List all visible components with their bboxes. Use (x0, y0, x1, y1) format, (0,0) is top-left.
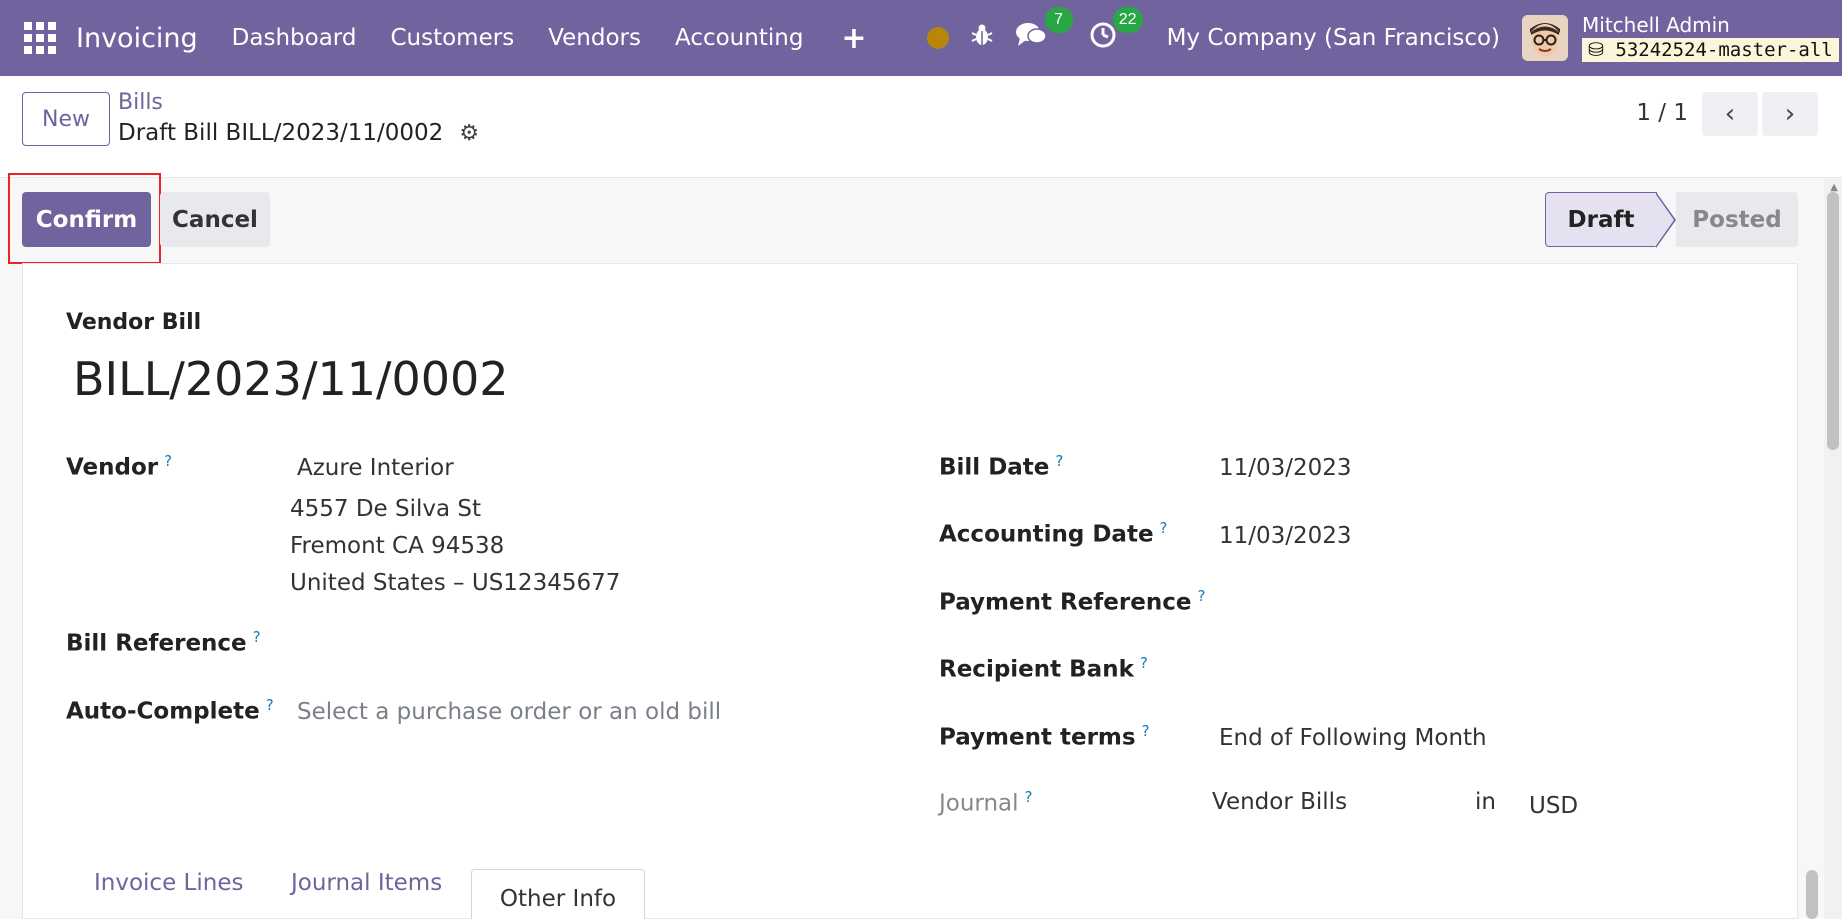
bill-number: BILL/2023/11/0002 (73, 352, 509, 406)
activities-clock-icon[interactable]: 22 (1089, 6, 1143, 56)
tab-invoice-lines[interactable]: Invoice Lines (94, 870, 243, 896)
chevron-right-icon: › (1784, 99, 1796, 129)
debug-bug-icon[interactable] (971, 23, 993, 53)
currency-input[interactable]: USD (1529, 793, 1578, 819)
inner-scrollbar-thumb[interactable] (1806, 870, 1818, 919)
status-draft: Draft (1545, 192, 1657, 247)
company-switcher[interactable]: My Company (San Francisco) (1167, 25, 1500, 51)
journal-in-text: in (1475, 789, 1496, 815)
auto-complete-label: Auto-Complete? (66, 696, 274, 725)
database-name-text: 53242524-master-all (1615, 38, 1833, 61)
vendor-address-line-3: United States – US12345677 (290, 570, 621, 596)
journal-input[interactable]: Vendor Bills (1212, 789, 1347, 815)
status-dot-icon[interactable] (926, 27, 949, 49)
activities-badge: 22 (1112, 6, 1143, 33)
cancel-button[interactable]: Cancel (160, 192, 270, 247)
vendor-address-line-2: Fremont CA 94538 (290, 533, 505, 559)
breadcrumb-bills[interactable]: Bills (118, 90, 163, 115)
vendor-label: Vendor? (66, 452, 173, 481)
bill-reference-input[interactable] (297, 628, 857, 658)
help-icon[interactable]: ? (1025, 788, 1033, 806)
bill-date-input[interactable]: 11/03/2023 (1219, 455, 1352, 481)
payment-reference-input[interactable] (1219, 587, 1779, 617)
control-panel: New Bills Draft Bill BILL/2023/11/0002 ⚙… (0, 76, 1842, 178)
apps-menu-icon[interactable] (24, 22, 56, 54)
nav-accounting[interactable]: Accounting (675, 25, 803, 51)
database-icon: ⛁ (1588, 38, 1604, 61)
pager-value[interactable]: 1 / 1 (1636, 100, 1688, 126)
app-brand[interactable]: Invoicing (76, 23, 198, 54)
gear-icon[interactable]: ⚙ (459, 121, 479, 146)
pager-next-button[interactable]: › (1762, 92, 1818, 136)
recipient-bank-label: Recipient Bank? (939, 654, 1148, 683)
help-icon[interactable]: ? (1142, 722, 1150, 740)
record-title: Draft Bill BILL/2023/11/0002 ⚙ (118, 120, 479, 146)
nav-dashboard[interactable]: Dashboard (232, 25, 357, 51)
user-name: Mitchell Admin (1582, 12, 1730, 37)
accounting-date-input[interactable]: 11/03/2023 (1219, 523, 1352, 549)
help-icon[interactable]: ? (266, 696, 274, 714)
payment-terms-input[interactable]: End of Following Month (1219, 725, 1487, 751)
database-name: ⛁ 53242524-master-all (1582, 37, 1839, 63)
help-icon[interactable]: ? (1197, 587, 1205, 605)
auto-complete-input[interactable]: Select a purchase order or an old bill (297, 699, 721, 725)
scrollbar-thumb[interactable] (1827, 192, 1839, 450)
accounting-date-label: Accounting Date? (939, 519, 1168, 548)
nav-vendors[interactable]: Vendors (548, 25, 641, 51)
tab-journal-items[interactable]: Journal Items (291, 870, 442, 896)
journal-label: Journal? (939, 788, 1033, 817)
bill-reference-label: Bill Reference? (66, 628, 261, 657)
confirm-button[interactable]: Confirm (22, 192, 151, 247)
user-menu[interactable]: Mitchell Admin ⛁ 53242524-master-all (1582, 14, 1839, 63)
help-icon[interactable]: ? (1160, 519, 1168, 537)
vendor-address-line-1: 4557 De Silva St (290, 496, 482, 522)
user-avatar[interactable] (1522, 15, 1569, 61)
form-sheet: Vendor Bill BILL/2023/11/0002 Vendor? Az… (22, 263, 1798, 919)
help-icon[interactable]: ? (1055, 452, 1063, 470)
help-icon[interactable]: ? (164, 452, 172, 470)
nav-customers[interactable]: Customers (390, 25, 514, 51)
chevron-left-icon: ‹ (1724, 99, 1736, 129)
messages-icon[interactable]: 7 (1015, 6, 1073, 56)
status-posted[interactable]: Posted (1676, 192, 1798, 247)
payment-terms-label: Payment terms? (939, 722, 1150, 751)
messages-badge: 7 (1044, 6, 1073, 33)
top-navbar: Invoicing Dashboard Customers Vendors Ac… (0, 0, 1842, 76)
payment-reference-label: Payment Reference? (939, 587, 1206, 616)
add-plus-icon[interactable]: + (841, 21, 866, 56)
bill-type-label: Vendor Bill (66, 310, 202, 335)
new-button[interactable]: New (22, 92, 110, 146)
bill-date-label: Bill Date? (939, 452, 1064, 481)
help-icon[interactable]: ? (1140, 654, 1148, 672)
pager-previous-button[interactable]: ‹ (1702, 92, 1758, 136)
status-arrow-fill (1655, 193, 1674, 247)
vendor-field[interactable]: Azure Interior (297, 455, 454, 481)
recipient-bank-input[interactable] (1219, 654, 1779, 684)
record-title-text: Draft Bill BILL/2023/11/0002 (118, 120, 444, 146)
help-icon[interactable]: ? (253, 628, 261, 646)
tab-other-info[interactable]: Other Info (471, 869, 645, 919)
